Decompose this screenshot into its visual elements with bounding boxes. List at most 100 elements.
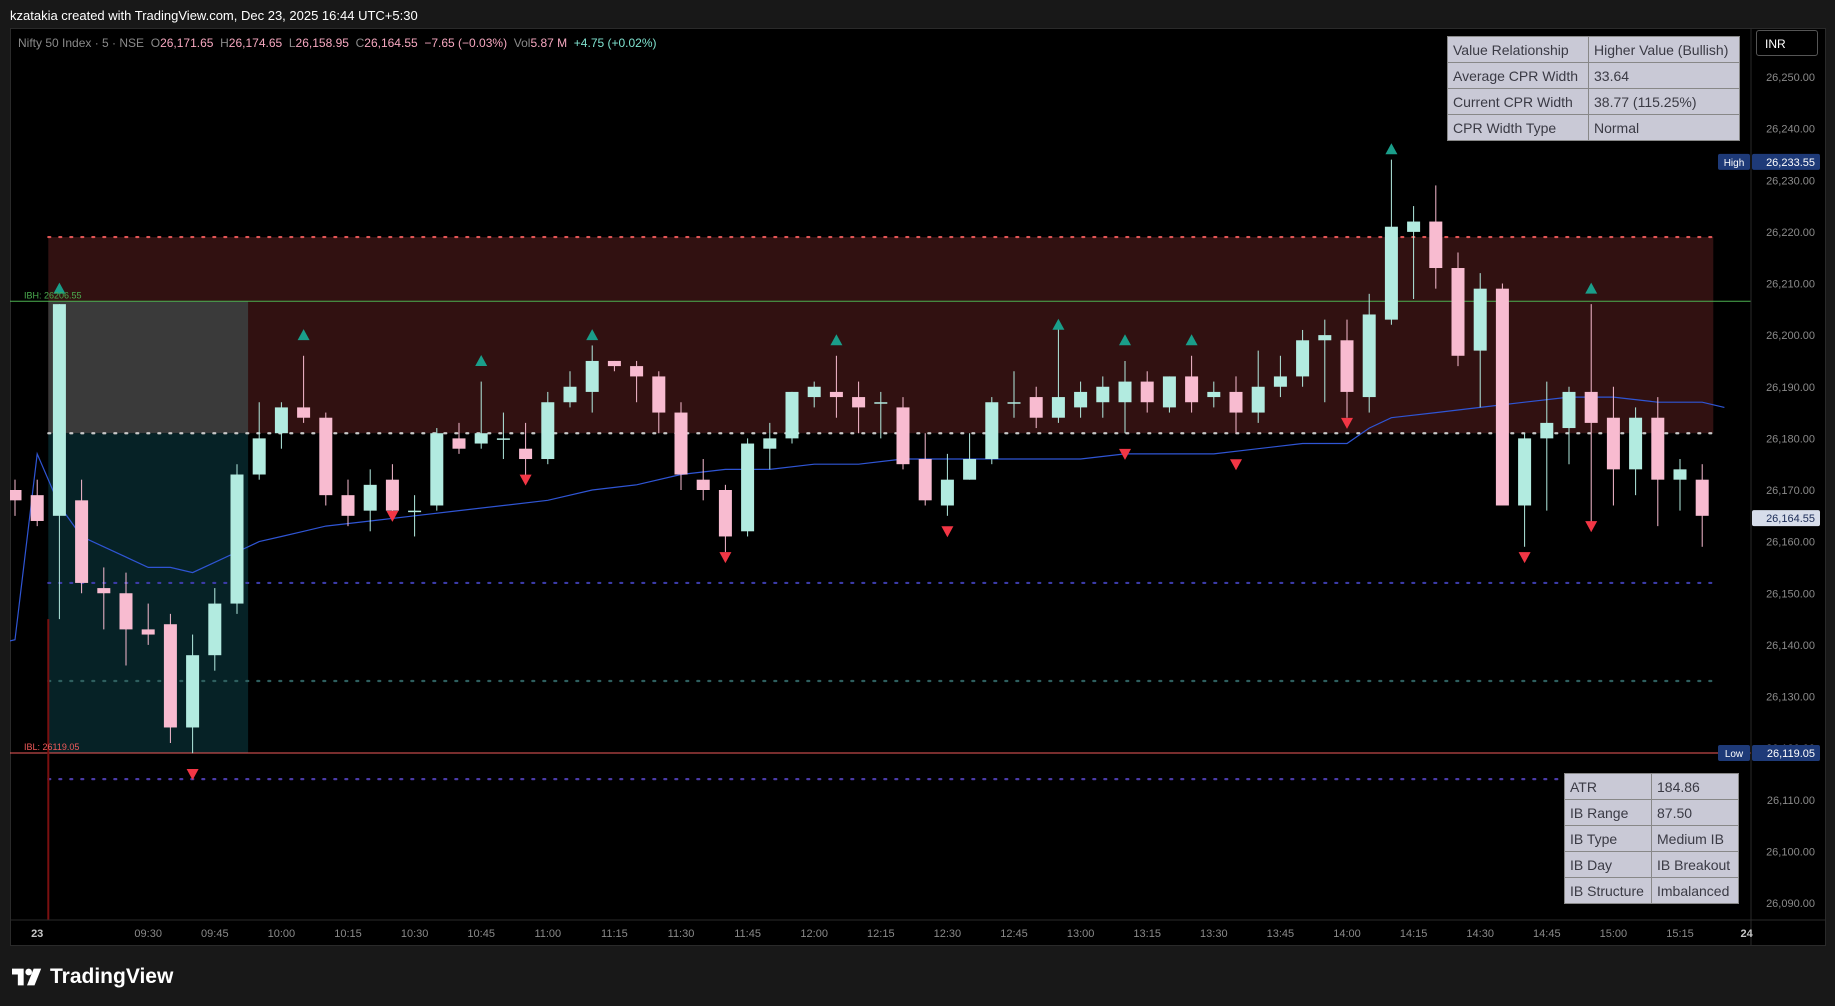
candle-body — [674, 412, 688, 475]
ib-label: IB Structure — [1564, 877, 1652, 904]
candlestick-chart[interactable]: IBH: 26206.55 IBL: 26119.05 26,090.00 26,10… — [0, 0, 1835, 1006]
cpr-label: Average CPR Width — [1447, 62, 1589, 89]
table-row: ATR 184.86 — [1564, 773, 1739, 800]
candle-body — [829, 391, 843, 398]
x-tick-label: 12:30 — [934, 928, 962, 940]
ib-value: 87.50 — [1651, 799, 1739, 826]
candle-body — [1429, 221, 1443, 269]
currency-button[interactable]: INR — [1756, 30, 1818, 56]
candle-body — [208, 603, 222, 656]
ohlc-legend: Nifty 50 Index · 5 · NSE O26,171.65 H26,… — [18, 36, 657, 50]
x-tick-label: 23 — [31, 928, 43, 940]
candle-body — [119, 593, 133, 630]
ib-low-label: IBL: 26119.05 — [24, 742, 79, 752]
cpr-label: CPR Width Type — [1447, 114, 1589, 141]
x-tick-label: 13:15 — [1133, 928, 1161, 940]
last-price-badge: 26,164.55 — [1766, 513, 1815, 525]
candle-body — [30, 495, 44, 521]
table-row: Value Relationship Higher Value (Bullish) — [1447, 36, 1740, 63]
candle-body — [141, 629, 155, 635]
candle-body — [918, 459, 932, 501]
high-price-badge: 26,233.55 — [1766, 157, 1815, 169]
candle-body — [696, 479, 710, 490]
cpr-info-table: Value Relationship Higher Value (Bullish)… — [1447, 36, 1740, 141]
candle-body — [1207, 391, 1221, 398]
x-tick-label: 10:00 — [268, 928, 296, 940]
candle-body — [940, 479, 954, 506]
candle-body — [1318, 335, 1332, 341]
candle-body — [1629, 417, 1643, 470]
legend-vol-change: +4.75 (+0.02%) — [573, 36, 657, 50]
cpr-value: 33.64 — [1588, 62, 1740, 89]
x-tick-label: 14:30 — [1466, 928, 1494, 940]
candle-body — [230, 474, 244, 604]
candle-body — [1673, 469, 1687, 480]
low-price-badge: 26,119.05 — [1767, 748, 1815, 760]
x-tick-label: 12:15 — [867, 928, 895, 940]
x-tick-label: 11:00 — [534, 928, 561, 940]
x-tick-label: 13:00 — [1067, 928, 1095, 940]
x-tick-label: 14:00 — [1333, 928, 1361, 940]
signal-down-marker — [1585, 521, 1598, 533]
candle-body — [1695, 479, 1709, 516]
candle-body — [585, 360, 599, 392]
candle-body — [1251, 386, 1265, 413]
candle-body — [1162, 376, 1176, 408]
candle-body — [519, 448, 533, 460]
signal-up-marker — [1385, 143, 1398, 155]
candle-body — [1407, 221, 1421, 232]
candle-body — [97, 588, 111, 594]
candle-body — [163, 624, 177, 728]
cpr-value: Higher Value (Bullish) — [1588, 36, 1740, 63]
x-tick-label: 13:30 — [1200, 928, 1228, 940]
candle-body — [75, 500, 89, 583]
tradingview-brand: TradingView — [50, 965, 174, 988]
signal-down-marker — [186, 768, 199, 780]
table-row: CPR Width Type Normal — [1447, 114, 1740, 141]
candle-body — [1185, 376, 1199, 403]
candle-body — [1362, 314, 1376, 398]
y-tick-label: 26,140.00 — [1766, 640, 1815, 652]
y-tick-label: 26,240.00 — [1766, 124, 1815, 136]
y-tick-label: 26,170.00 — [1766, 485, 1815, 497]
ib-label: IB Range — [1564, 799, 1652, 826]
candle-body — [541, 402, 555, 460]
candle-body — [385, 479, 399, 511]
ib-value: Imbalanced — [1651, 877, 1739, 904]
candle-body — [1029, 397, 1043, 418]
candle-body — [408, 510, 422, 513]
table-row: IB Type Medium IB — [1564, 825, 1739, 852]
legend-low: 26,158.95 — [295, 36, 349, 50]
cpr-label: Value Relationship — [1447, 36, 1589, 63]
legend-close: 26,164.55 — [364, 36, 418, 50]
y-tick-label: 26,110.00 — [1767, 795, 1815, 807]
y-tick-label: 26,230.00 — [1766, 175, 1815, 187]
candle-body — [252, 438, 266, 475]
candle-body — [1562, 391, 1576, 429]
ib-label: IB Day — [1564, 851, 1652, 878]
legend-open: 26,171.65 — [160, 36, 214, 50]
table-row: IB Day IB Breakout — [1564, 851, 1739, 878]
signal-down-marker — [519, 474, 532, 486]
ib-value: 184.86 — [1651, 773, 1739, 800]
high-tag: High — [1724, 158, 1745, 169]
legend-vol: 5.87 M — [530, 36, 568, 50]
legend-open-label: O — [150, 36, 161, 50]
candle-body — [341, 495, 355, 516]
x-tick-label: 24 — [1740, 928, 1753, 940]
candle-body — [186, 655, 200, 728]
legend-close-label: C — [355, 36, 365, 50]
candle-body — [363, 484, 377, 511]
tradingview-logo[interactable]: TradingView — [12, 964, 173, 990]
candle-body — [896, 407, 910, 465]
x-tick-label: 12:00 — [800, 928, 828, 940]
candle-body — [1540, 422, 1554, 439]
candle-body — [1051, 397, 1065, 418]
legend-low-label: L — [288, 36, 296, 50]
candle-body — [1651, 417, 1665, 480]
candle-body — [1229, 391, 1243, 413]
ib-label: ATR — [1564, 773, 1652, 800]
x-tick-label: 15:15 — [1666, 928, 1694, 940]
x-tick-label: 10:45 — [467, 928, 495, 940]
y-tick-label: 26,180.00 — [1766, 433, 1815, 445]
